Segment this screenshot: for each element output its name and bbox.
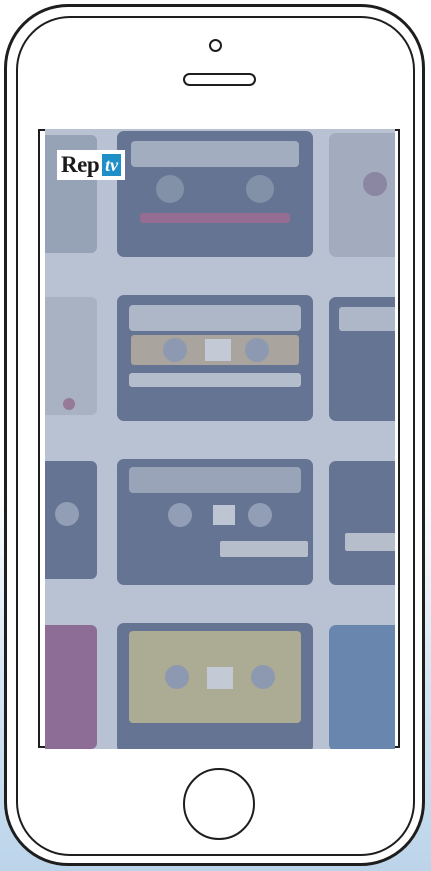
cassette-background-image bbox=[45, 129, 395, 749]
home-button-icon[interactable] bbox=[183, 768, 255, 840]
logo-rep-text: Rep bbox=[61, 152, 100, 177]
camera-icon bbox=[209, 39, 222, 52]
reptv-logo: Rep tv bbox=[57, 150, 126, 180]
phone-screen[interactable]: Rep tv bbox=[45, 129, 395, 749]
speaker-icon bbox=[183, 73, 256, 86]
logo-tv-badge: tv bbox=[102, 154, 122, 176]
